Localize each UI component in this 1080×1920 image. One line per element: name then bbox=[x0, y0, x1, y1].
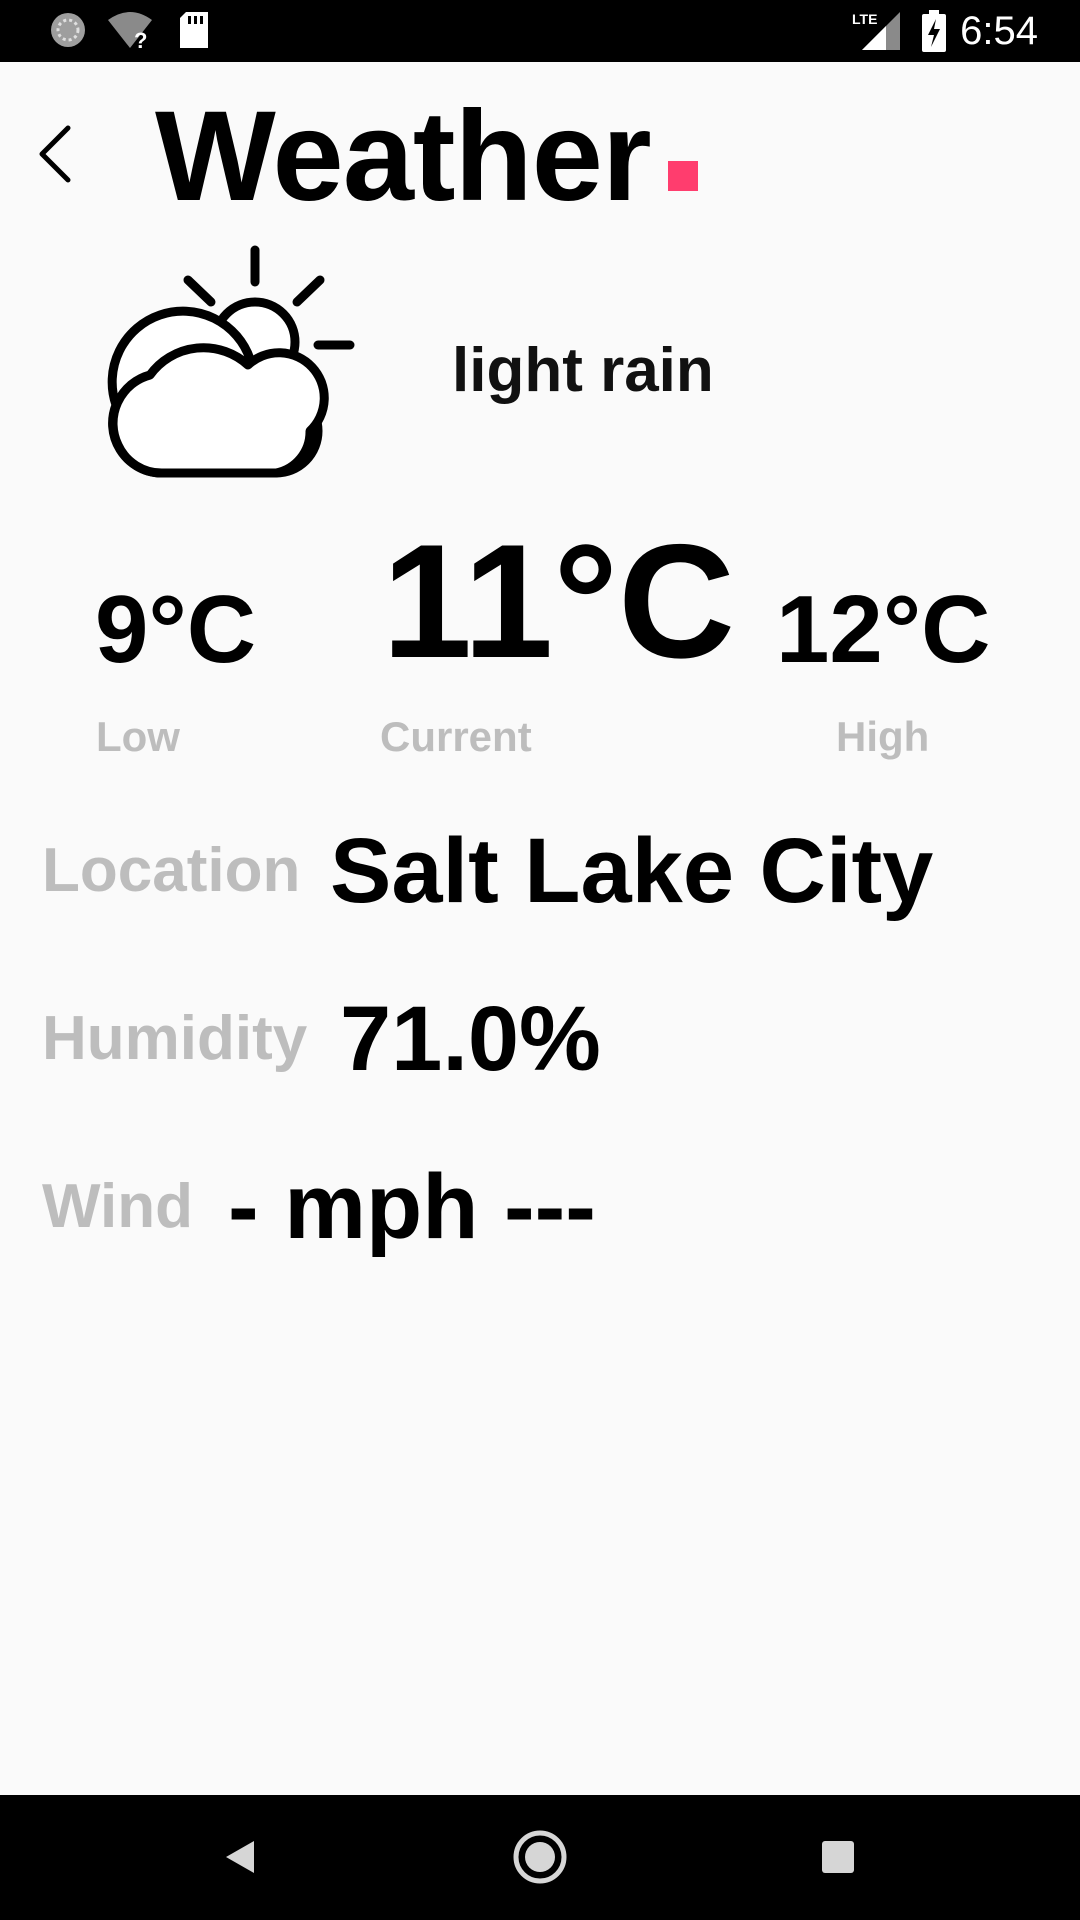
system-nav-bar bbox=[0, 1795, 1080, 1920]
nav-home-button[interactable] bbox=[510, 1827, 570, 1887]
temp-current-value: 11°C bbox=[382, 511, 736, 692]
sync-icon bbox=[48, 10, 88, 50]
location-label: Location bbox=[42, 836, 301, 905]
temp-high-label: High bbox=[836, 713, 930, 760]
page-title: Weather bbox=[155, 85, 652, 228]
sd-card-icon bbox=[178, 10, 210, 50]
partly-cloudy-icon bbox=[98, 245, 358, 485]
battery-charging-icon bbox=[922, 10, 946, 52]
svg-text:?: ? bbox=[134, 28, 147, 50]
nav-back-button[interactable] bbox=[210, 1827, 270, 1887]
humidity-value: 71.0% bbox=[340, 988, 601, 1090]
wifi-unknown-icon: ? bbox=[106, 10, 154, 50]
home-circle-icon bbox=[513, 1830, 567, 1884]
temp-low-label: Low bbox=[96, 713, 180, 760]
status-bar: ? LTE 6:54 bbox=[0, 0, 1080, 62]
accent-indicator bbox=[668, 161, 698, 191]
temp-low-value: 9°C bbox=[95, 576, 257, 683]
back-triangle-icon bbox=[226, 1841, 254, 1873]
lte-signal-icon: LTE bbox=[852, 10, 902, 52]
network-type-label: LTE bbox=[852, 11, 877, 27]
weather-screen: ? LTE 6:54 Weather light rain 9°C 11°C 1… bbox=[0, 0, 1080, 1920]
temp-high-value: 12°C bbox=[776, 576, 991, 683]
location-value: Salt Lake City bbox=[330, 820, 934, 922]
weather-condition: light rain bbox=[452, 336, 714, 405]
temp-current-label: Current bbox=[380, 713, 532, 760]
wind-value: - mph --- bbox=[228, 1156, 596, 1258]
humidity-label: Humidity bbox=[42, 1004, 308, 1073]
nav-recents-button[interactable] bbox=[808, 1827, 868, 1887]
wind-label: Wind bbox=[42, 1172, 193, 1241]
chevron-left-icon bbox=[39, 125, 71, 183]
status-time: 6:54 bbox=[960, 9, 1038, 53]
recents-square-icon bbox=[822, 1841, 854, 1873]
back-button[interactable] bbox=[30, 118, 90, 188]
